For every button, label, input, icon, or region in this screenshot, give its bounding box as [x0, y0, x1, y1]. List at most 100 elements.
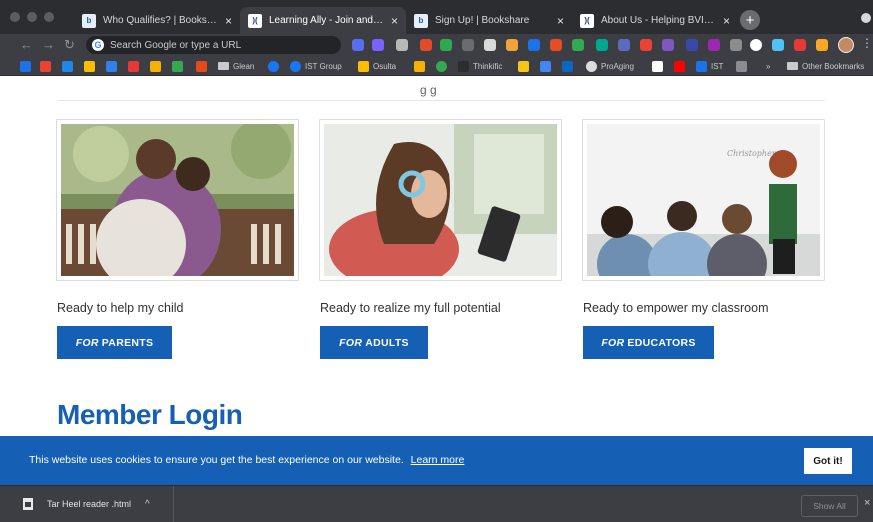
bookmark-item[interactable] — [172, 59, 187, 73]
page-content: g g Ready to help my child FOR PARENTS R… — [0, 77, 873, 436]
extension-icon[interactable] — [506, 39, 518, 51]
avatar[interactable] — [838, 37, 854, 53]
extension-icon[interactable] — [772, 39, 784, 51]
extension-icon[interactable] — [572, 39, 584, 51]
tab-sign-up[interactable]: b Sign Up! | Bookshare × — [406, 7, 572, 34]
chevron-up-icon[interactable]: ^ — [145, 499, 150, 510]
bookmark-item[interactable] — [62, 59, 77, 73]
folder-icon — [218, 62, 229, 70]
card-caption: Ready to empower my classroom — [583, 301, 769, 315]
bookmark-item[interactable] — [84, 59, 99, 73]
tab-search-icon[interactable] — [861, 13, 871, 23]
minimize-window-icon[interactable] — [27, 12, 37, 22]
folder-icon — [787, 62, 798, 70]
bookmark-item[interactable] — [562, 59, 577, 73]
cut-heading-fragment: g g — [420, 83, 437, 97]
bookmark-item[interactable] — [436, 59, 451, 73]
tab-title: Learning Ally - Join and help yo — [269, 15, 383, 26]
bookmark-folder-glean[interactable]: Glean — [218, 59, 254, 73]
show-all-button[interactable]: Show All — [801, 495, 858, 517]
svg-text:Christopher: Christopher — [727, 149, 777, 158]
thinkific-icon — [458, 60, 469, 72]
bookmark-item[interactable] — [518, 59, 533, 73]
extension-icon[interactable] — [528, 39, 540, 51]
ist-icon — [696, 60, 707, 72]
learning-ally-icon: )( — [248, 13, 262, 28]
bookmark-item[interactable] — [540, 59, 555, 73]
close-window-icon[interactable] — [10, 12, 20, 22]
bookmark-item[interactable] — [674, 59, 689, 73]
extension-icon[interactable] — [462, 39, 474, 51]
for-educators-button[interactable]: FOR EDUCATORS — [583, 326, 714, 359]
browser-tab-strip: b Who Qualifies? | Bookshare × )( Learni… — [0, 0, 873, 34]
bookmark-item[interactable] — [106, 59, 121, 73]
omnibox-input[interactable] — [110, 39, 330, 51]
bookmark-osulta[interactable]: Osulta — [358, 59, 396, 73]
close-tab-icon[interactable]: × — [723, 14, 730, 28]
tab-title: About Us - Helping BVI Studen — [601, 15, 715, 26]
close-tab-icon[interactable]: × — [391, 14, 398, 28]
extension-icon[interactable] — [618, 39, 630, 51]
extension-icon[interactable] — [484, 39, 496, 51]
bookmark-folder-other[interactable]: Other Bookmarks — [787, 59, 864, 73]
tab-who-qualifies[interactable]: b Who Qualifies? | Bookshare × — [74, 7, 240, 34]
parent-hugging-child-photo — [56, 119, 299, 281]
address-bar[interactable]: G — [86, 36, 341, 54]
bookmark-item[interactable] — [150, 59, 165, 73]
new-tab-button[interactable]: + — [740, 10, 760, 30]
bookmark-item[interactable] — [414, 59, 429, 73]
download-item[interactable]: Tar Heel reader .html ^ — [0, 486, 174, 522]
bookmark-item[interactable] — [40, 59, 55, 73]
for-parents-button[interactable]: FOR PARENTS — [57, 326, 172, 359]
extension-icon[interactable] — [352, 39, 364, 51]
learning-ally-icon: )( — [580, 13, 594, 28]
bookmark-item[interactable] — [196, 59, 211, 73]
bookmark-item[interactable] — [128, 59, 143, 73]
extension-icon[interactable] — [596, 39, 608, 51]
bookmark-item[interactable] — [20, 59, 35, 73]
bookmark-ist[interactable]: IST — [696, 59, 723, 73]
extension-icon[interactable] — [420, 39, 432, 51]
extension-icon[interactable] — [708, 39, 720, 51]
cookie-banner: This website uses cookies to ensure you … — [0, 436, 873, 485]
maximize-window-icon[interactable] — [44, 12, 54, 22]
extension-icon[interactable] — [550, 39, 562, 51]
extension-icon[interactable] — [750, 39, 762, 51]
bookmark-item[interactable] — [736, 59, 751, 73]
bookmark-item[interactable] — [268, 59, 283, 73]
google-icon: G — [92, 39, 104, 51]
extension-icon[interactable] — [686, 39, 698, 51]
close-tab-icon[interactable]: × — [557, 14, 564, 28]
bookmark-ist-group[interactable]: IST Group — [290, 59, 342, 73]
tab-learning-ally[interactable]: )( Learning Ally - Join and help yo × — [240, 7, 406, 34]
bookmark-proaging[interactable]: ProAging — [586, 59, 634, 73]
close-icon[interactable]: × — [864, 497, 870, 509]
learn-more-link[interactable]: Learn more — [411, 454, 465, 466]
card-caption: Ready to realize my full potential — [320, 301, 501, 315]
extension-icon[interactable] — [396, 39, 408, 51]
bookmark-item[interactable] — [652, 59, 667, 73]
extension-icon[interactable] — [794, 39, 806, 51]
forward-arrow-icon[interactable]: → — [42, 37, 55, 52]
menu-icon[interactable]: ⋮ — [861, 36, 873, 50]
bookmarks-overflow[interactable]: » — [766, 59, 770, 73]
file-icon — [23, 498, 33, 510]
extension-icon[interactable] — [440, 39, 452, 51]
reload-icon[interactable]: ↻ — [64, 37, 75, 53]
extension-icon[interactable] — [662, 39, 674, 51]
got-it-button[interactable]: Got it! — [804, 448, 852, 474]
back-arrow-icon[interactable]: ← — [20, 37, 33, 52]
extension-icon[interactable] — [730, 39, 742, 51]
extension-icon[interactable] — [640, 39, 652, 51]
extension-icon[interactable] — [372, 39, 384, 51]
bookmark-thinkific[interactable]: Thinkific — [458, 59, 502, 73]
tab-title: Sign Up! | Bookshare — [435, 15, 530, 26]
tab-about-us[interactable]: )( About Us - Helping BVI Studen × — [572, 7, 738, 34]
window-controls[interactable] — [10, 12, 54, 22]
extension-icon[interactable] — [816, 39, 828, 51]
divider — [58, 100, 825, 101]
teacher-classroom-photo: Christopher — [582, 119, 825, 281]
linkedin-icon — [562, 60, 573, 72]
close-tab-icon[interactable]: × — [225, 14, 232, 28]
for-adults-button[interactable]: FOR ADULTS — [320, 326, 428, 359]
